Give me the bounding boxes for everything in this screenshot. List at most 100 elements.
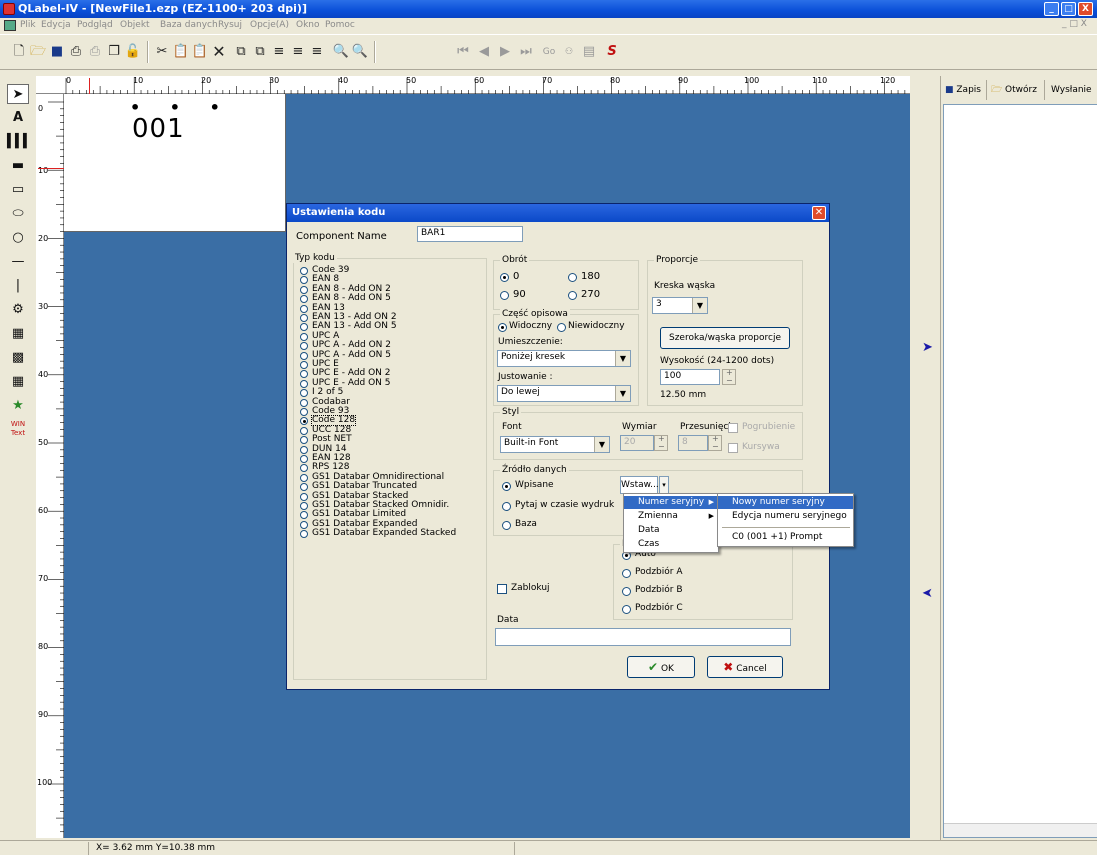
menu-serial-number[interactable]: Numer seryjny ▶: [624, 496, 718, 509]
dropdown-arrow-icon[interactable]: ▼: [594, 437, 609, 452]
arrow-left-icon[interactable]: ➤: [922, 586, 933, 601]
code-type-radio[interactable]: [300, 474, 308, 482]
go-button[interactable]: Go: [540, 43, 558, 61]
dialog-close-button[interactable]: ✕: [812, 206, 826, 220]
source-prompt-radio[interactable]: [502, 502, 511, 511]
insert-dropdown-button[interactable]: ▾: [659, 476, 669, 494]
circle-icon[interactable]: ○: [7, 228, 29, 248]
code-type-radio[interactable]: [300, 295, 308, 303]
text-tool-icon[interactable]: A: [7, 108, 29, 128]
menu-baza-danych[interactable]: Baza danych: [160, 20, 218, 30]
code-type-radio[interactable]: [300, 464, 308, 472]
close-button[interactable]: X: [1078, 2, 1093, 16]
rotation-90-radio[interactable]: [500, 291, 509, 300]
justify-select[interactable]: Do lewej ▼: [497, 385, 631, 402]
cut-icon[interactable]: ✂: [153, 43, 171, 61]
align-center-icon[interactable]: ≡: [270, 43, 288, 61]
send-panel-button[interactable]: Wysłanie: [1045, 80, 1097, 100]
code-type-radio[interactable]: [300, 267, 308, 275]
dropdown-arrow-icon[interactable]: ▼: [615, 351, 630, 366]
image-tool-icon[interactable]: ⚙: [7, 300, 29, 320]
data-input[interactable]: [495, 628, 791, 646]
arrow-right-icon[interactable]: ➤: [922, 340, 933, 355]
ellipse-icon[interactable]: ⬭: [7, 204, 29, 224]
menu-serial-prompt[interactable]: C0 (001 +1) Prompt: [718, 531, 853, 544]
narrow-bar-select[interactable]: 3 ▼: [652, 297, 708, 314]
code-type-radio[interactable]: [300, 502, 308, 510]
label-page[interactable]: • • • 001: [64, 94, 286, 232]
rotation-180-radio[interactable]: [568, 273, 577, 282]
previous-record-icon[interactable]: ◀: [475, 43, 493, 61]
print-preview-icon[interactable]: ⎙: [86, 43, 104, 61]
send-back-icon[interactable]: ⧉: [251, 43, 269, 61]
dropdown-arrow-icon[interactable]: ▼: [615, 386, 630, 401]
rotation-0-radio[interactable]: [500, 273, 509, 282]
paste-icon[interactable]: 📋: [172, 43, 190, 61]
insert-button[interactable]: Wstaw...: [620, 476, 659, 494]
figure-icon[interactable]: ★: [7, 396, 29, 416]
first-record-icon[interactable]: ⏮: [454, 43, 472, 61]
font-select[interactable]: Built-in Font ▼: [500, 436, 610, 453]
open-folder-icon[interactable]: 🗁: [29, 43, 47, 61]
database-icon[interactable]: ▤: [580, 43, 598, 61]
height-spinner[interactable]: [722, 368, 736, 385]
menu-podglad[interactable]: Podgląd: [77, 20, 113, 30]
barcode-tool-icon[interactable]: ▍▍▍: [7, 132, 33, 152]
dropdown-arrow-icon[interactable]: ▼: [692, 298, 707, 313]
code-type-radio[interactable]: [300, 521, 308, 529]
code-type-radio[interactable]: [300, 427, 308, 435]
menu-opcje[interactable]: Opcje(A): [250, 20, 289, 30]
code-type-radio[interactable]: [300, 455, 308, 463]
italic-checkbox[interactable]: [728, 443, 738, 453]
align-middle-icon[interactable]: ≡: [289, 43, 307, 61]
code-type-radio[interactable]: [300, 436, 308, 444]
zoom-in-icon[interactable]: 🔍: [351, 43, 369, 61]
menu-okno[interactable]: Okno: [296, 20, 320, 30]
menu-pomoc[interactable]: Pomoc: [325, 20, 355, 30]
menu-edycja[interactable]: Edycja: [41, 20, 71, 30]
bold-checkbox[interactable]: [728, 423, 738, 433]
code-type-radio[interactable]: [300, 483, 308, 491]
right-panel-list[interactable]: [943, 104, 1097, 838]
code-type-radio[interactable]: [300, 342, 308, 350]
save-panel-button[interactable]: ■ Zapis: [941, 80, 987, 100]
datamatrix-icon[interactable]: ▩: [7, 348, 29, 368]
ok-button[interactable]: ✔ OK: [627, 656, 695, 678]
lock-checkbox[interactable]: [497, 584, 507, 594]
menu-new-serial[interactable]: Nowy numer seryjny: [718, 496, 853, 509]
bring-front-icon[interactable]: ⧉: [232, 43, 250, 61]
win-text-icon[interactable]: WIN Text: [7, 420, 29, 440]
horizontal-scrollbar[interactable]: [944, 823, 1097, 837]
subset-a-radio[interactable]: [622, 569, 631, 578]
code-type-radio[interactable]: [300, 493, 308, 501]
select-pointer-icon[interactable]: ➤: [7, 84, 29, 104]
placement-select[interactable]: Poniżej kresek ▼: [497, 350, 631, 367]
invisible-radio[interactable]: [557, 323, 566, 332]
code-type-radio[interactable]: [300, 417, 308, 425]
menu-objekt[interactable]: Objekt: [120, 20, 150, 30]
next-record-icon[interactable]: ▶: [496, 43, 514, 61]
code-type-radio[interactable]: [300, 333, 308, 341]
minimize-button[interactable]: _: [1044, 2, 1059, 16]
visible-radio[interactable]: [498, 323, 507, 332]
ratio-button[interactable]: Szeroka/wąska proporcje: [660, 327, 790, 349]
document-window-controls[interactable]: _ □ X: [1062, 19, 1087, 29]
link-icon[interactable]: ⚇: [560, 43, 578, 61]
menu-edit-serial[interactable]: Edycja numeru seryjnego: [718, 510, 853, 523]
save-icon[interactable]: ■: [48, 43, 66, 61]
pdf417-icon[interactable]: ▦: [7, 324, 29, 344]
open-panel-button[interactable]: 🗁 Otwórz: [987, 80, 1045, 100]
rectangle-icon[interactable]: ▭: [7, 180, 29, 200]
code-type-radio[interactable]: [300, 305, 308, 313]
size-spinner[interactable]: [654, 434, 668, 451]
unlock-icon[interactable]: 🔓: [124, 43, 142, 61]
shift-input[interactable]: 8: [678, 435, 708, 451]
serial-icon[interactable]: S: [603, 43, 621, 61]
cancel-button[interactable]: ✖ Cancel: [707, 656, 783, 678]
code-type-radio[interactable]: [300, 530, 308, 538]
code-type-radio[interactable]: [300, 370, 308, 378]
zoom-out-icon[interactable]: 🔍: [332, 43, 350, 61]
qr-code-icon[interactable]: ▦: [7, 372, 29, 392]
maximize-button[interactable]: □: [1061, 2, 1076, 16]
shift-spinner[interactable]: [708, 434, 722, 451]
